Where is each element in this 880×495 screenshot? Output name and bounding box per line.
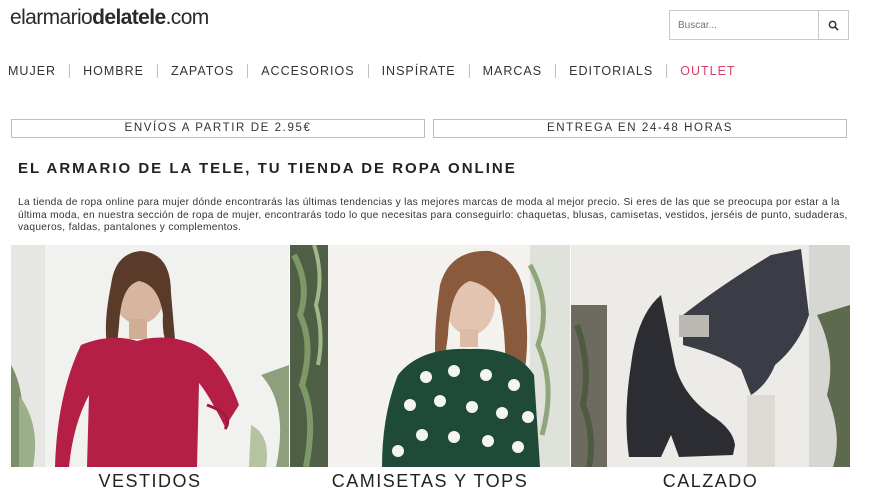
- search-icon: [828, 20, 839, 31]
- site-logo[interactable]: elarmariodelatele.com: [10, 6, 209, 30]
- nav-divider: [666, 64, 668, 78]
- nav-divider: [367, 64, 369, 78]
- nav-item-accesorios[interactable]: ACCESORIOS: [261, 64, 354, 78]
- search-box: [669, 10, 849, 40]
- logo-suffix: .com: [165, 6, 210, 29]
- nav-divider: [69, 64, 71, 78]
- intro-paragraph: La tienda de ropa online para mujer dónd…: [18, 197, 848, 233]
- nav-item-outlet[interactable]: OUTLET: [680, 64, 735, 78]
- calzado-photo: [571, 245, 850, 467]
- nav-divider: [156, 64, 158, 78]
- vestidos-photo: [11, 245, 289, 467]
- camisetas-photo: [290, 245, 570, 467]
- main-nav: MUJER HOMBRE ZAPATOS ACCESORIOS INSPÍRAT…: [8, 64, 736, 78]
- nav-divider: [555, 64, 557, 78]
- search-button[interactable]: [818, 11, 848, 39]
- delivery-banner[interactable]: ENTREGA EN 24-48 HORAS: [433, 119, 847, 138]
- page-title: EL ARMARIO DE LA TELE, TU TIENDA DE ROPA…: [18, 160, 517, 177]
- logo-bold: delatele: [92, 6, 166, 29]
- category-tile-calzado[interactable]: [571, 245, 850, 467]
- category-label-vestidos[interactable]: VESTIDOS: [11, 471, 289, 492]
- category-tile-camisetas[interactable]: [290, 245, 570, 467]
- category-label-calzado[interactable]: CALZADO: [571, 471, 850, 492]
- nav-item-mujer[interactable]: MUJER: [8, 64, 56, 78]
- nav-divider: [468, 64, 470, 78]
- nav-item-zapatos[interactable]: ZAPATOS: [171, 64, 234, 78]
- nav-item-inspirate[interactable]: INSPÍRATE: [382, 64, 456, 78]
- nav-item-marcas[interactable]: MARCAS: [483, 64, 542, 78]
- nav-item-hombre[interactable]: HOMBRE: [83, 64, 144, 78]
- nav-item-editorials[interactable]: EDITORIALS: [569, 64, 653, 78]
- shipping-banner[interactable]: ENVÍOS A PARTIR DE 2.95€: [11, 119, 425, 138]
- search-input[interactable]: [670, 11, 818, 39]
- nav-divider: [247, 64, 249, 78]
- category-label-camisetas[interactable]: CAMISETAS Y TOPS: [290, 471, 570, 492]
- category-tile-vestidos[interactable]: [11, 245, 289, 467]
- logo-prefix: elarmario: [10, 6, 93, 29]
